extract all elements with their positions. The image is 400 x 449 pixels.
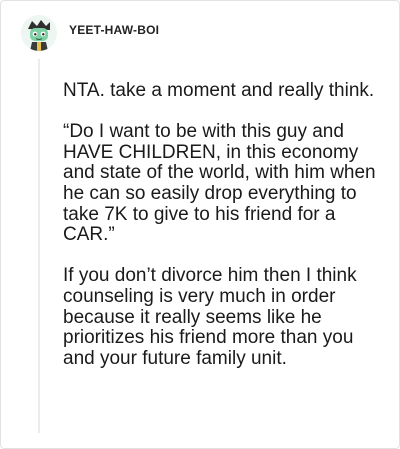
cartoon-avatar-icon <box>21 15 57 51</box>
comment-paragraph: If you don’t divorce him then I think co… <box>63 265 357 369</box>
comment-paragraph: “Do I want to be with this guy and HAVE … <box>63 121 376 246</box>
comment-body: NTA. take a moment and really think. “Do… <box>63 80 385 369</box>
comment-paragraph: NTA. take a moment and really think. <box>63 80 375 101</box>
avatar[interactable] <box>21 15 57 51</box>
comment-card: YEET-HAW-BOI NTA. take a moment and real… <box>0 0 400 449</box>
thread-line[interactable] <box>38 59 40 433</box>
username[interactable]: YEET-HAW-BOI <box>69 23 159 37</box>
comment-header: YEET-HAW-BOI <box>21 15 159 51</box>
